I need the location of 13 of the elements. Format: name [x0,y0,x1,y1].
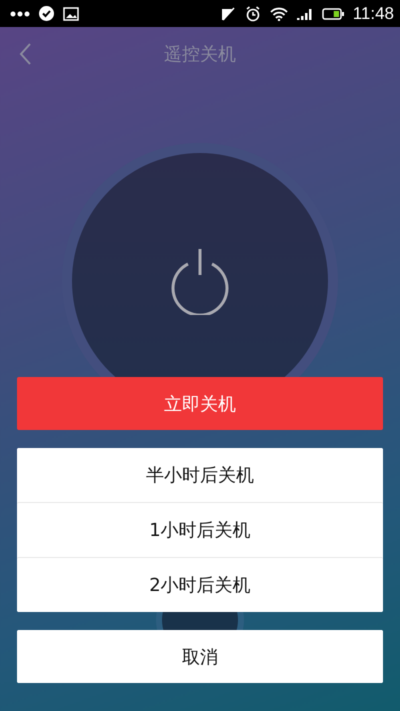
more-dots-icon [10,10,30,16]
timer-option-button[interactable]: 2小时后关机 [17,557,383,612]
wifi-icon [270,6,288,20]
signal-icon [296,7,313,20]
check-circle-icon [39,6,54,21]
cancel-button[interactable]: 取消 [17,630,383,683]
battery-icon [322,8,344,20]
shutdown-now-button[interactable]: 立即关机 [17,377,383,430]
page-title: 遥控关机 [164,42,236,66]
clock-time: 11:48 [352,4,394,24]
alarm-icon [244,6,261,22]
image-icon [63,6,79,20]
back-icon[interactable] [19,43,32,65]
